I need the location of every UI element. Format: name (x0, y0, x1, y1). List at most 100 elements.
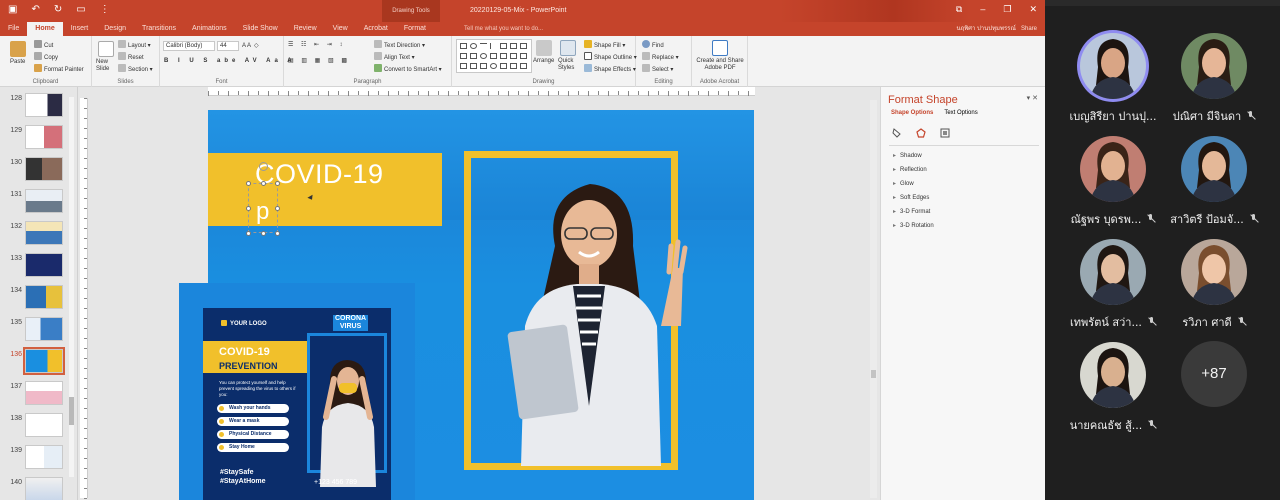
tab-insert[interactable]: Insert (63, 22, 97, 36)
align-text-button[interactable]: Align Text ▾ (374, 52, 415, 61)
text-selection-box[interactable] (248, 183, 278, 233)
resize-handle[interactable] (261, 181, 266, 186)
tab-slide-show[interactable]: Slide Show (235, 22, 286, 36)
save-icon[interactable]: ▣ (8, 4, 17, 15)
thumbnail-129[interactable]: 129 (8, 125, 72, 155)
prop-glow[interactable]: Glow (893, 180, 914, 187)
resize-handle[interactable] (275, 231, 280, 236)
text-direction-button[interactable]: Text Direction ▾ (374, 40, 425, 49)
tab-home[interactable]: Home (27, 22, 63, 36)
participant-tile[interactable]: ปณิศา มีจินดา (1159, 33, 1269, 125)
effects-pentagon-icon[interactable] (916, 125, 926, 138)
tab-animations[interactable]: Animations (184, 22, 235, 36)
thumbnail-138[interactable]: 138 (8, 413, 72, 443)
pdf-icon[interactable] (712, 40, 728, 56)
resize-handle[interactable] (246, 231, 251, 236)
restore-icon[interactable]: ❐ (1003, 4, 1011, 15)
reset-button[interactable]: Reset (118, 52, 144, 61)
start-slideshow-icon[interactable]: ▭ (76, 4, 85, 15)
shapes-gallery[interactable] (456, 39, 532, 73)
thumbnail-130[interactable]: 130 (8, 157, 72, 187)
resize-handle[interactable] (275, 181, 280, 186)
thumbnail-140[interactable]: 140 (8, 477, 72, 500)
replace-button[interactable]: Replace ▾ (642, 52, 679, 61)
canvas-scrollbar[interactable] (870, 100, 877, 498)
participant-tile[interactable]: สาวิตรี ป้อมจั... (1159, 136, 1269, 228)
paste-icon[interactable] (10, 41, 26, 57)
ribbon-display-icon[interactable]: ⧉ (956, 4, 962, 15)
select-button[interactable]: Select ▾ (642, 64, 673, 73)
convert-smartart-button[interactable]: Convert to SmartArt ▾ (374, 64, 442, 73)
signed-in-user[interactable]: นฤพิศา ปานปทุมพรรณ์ Share (956, 22, 1045, 36)
prop-3d-format[interactable]: 3-D Format (893, 208, 930, 215)
thumbnail-136[interactable]: 136 (8, 347, 72, 379)
rotation-handle[interactable] (259, 162, 268, 171)
participant-tile[interactable]: เบญสิรียา ปานปุ... (1058, 33, 1168, 125)
shape-outline-button[interactable]: Shape Outline ▾ (584, 52, 637, 61)
participant-tile[interactable]: รวิภา ศาดี (1159, 239, 1269, 331)
layout-button[interactable]: Layout ▾ (118, 40, 151, 49)
thumbnail-128[interactable]: 128 (8, 93, 72, 123)
participant-tile[interactable]: เทพรัตน์ สว่า... (1058, 239, 1168, 331)
shape-effects-button[interactable]: Shape Effects ▾ (584, 64, 636, 73)
tab-format[interactable]: Format (396, 22, 434, 36)
paste-button[interactable]: Paste (10, 59, 25, 65)
font-size-select[interactable]: 44 (217, 41, 239, 51)
prop-3d-rotation[interactable]: 3-D Rotation (893, 222, 934, 229)
thumbnail-132[interactable]: 132 (8, 221, 72, 251)
create-share-pdf-button[interactable]: Create and Share Adobe PDF (694, 58, 746, 72)
tab-acrobat[interactable]: Acrobat (356, 22, 396, 36)
resize-handle[interactable] (275, 206, 280, 211)
prop-shadow[interactable]: Shadow (893, 152, 922, 159)
vertical-ruler[interactable] (80, 98, 88, 499)
resize-handle[interactable] (246, 181, 251, 186)
customize-qat-icon[interactable]: ⋮ (100, 4, 110, 15)
format-painter-button[interactable]: Format Painter (34, 64, 84, 73)
participant-tile[interactable]: ณัฐพร บุดรพ... (1058, 136, 1168, 228)
pane-controls[interactable]: ▾ ✕ (1027, 94, 1038, 102)
copy-button[interactable]: Copy (34, 52, 58, 61)
close-icon[interactable]: ✕ (1029, 4, 1037, 15)
thumbnail-131[interactable]: 131 (8, 189, 72, 219)
woman-photo[interactable] (485, 176, 695, 466)
tab-text-options[interactable]: Text Options (944, 110, 977, 116)
new-slide-icon[interactable] (98, 41, 114, 57)
thumbnail-137[interactable]: 137 (8, 381, 72, 411)
find-button[interactable]: Find (642, 40, 664, 49)
more-participants-button[interactable]: +87 (1181, 341, 1247, 407)
new-slide-button[interactable]: New Slide (96, 59, 118, 73)
thumbnail-139[interactable]: 139 (8, 445, 72, 475)
minimize-icon[interactable]: – (980, 4, 985, 15)
arrange-icon[interactable] (536, 40, 552, 56)
tab-shape-options[interactable]: Shape Options (891, 110, 933, 116)
font-family-select[interactable]: Calibri (Body) (163, 41, 215, 51)
cut-button[interactable]: Cut (34, 40, 53, 49)
thumbnail-134[interactable]: 134 (8, 285, 72, 315)
covid-poster-image[interactable]: YOUR LOGO CORONA VIRUS COVID-19 PREVENTIO… (179, 283, 415, 500)
tell-me-box[interactable]: Tell me what you want to do... (464, 22, 543, 36)
tab-transitions[interactable]: Transitions (134, 22, 184, 36)
redo-icon[interactable]: ↻ (54, 4, 62, 15)
section-button[interactable]: Section ▾ (118, 64, 153, 73)
tab-view[interactable]: View (325, 22, 356, 36)
undo-icon[interactable]: ↶ (31, 4, 39, 15)
list-buttons[interactable]: ☰ ☷ ⇤ ⇥ ↕ (288, 41, 345, 48)
size-properties-icon[interactable] (940, 125, 950, 138)
thumbnail-133[interactable]: 133 (8, 253, 72, 283)
font-size-buttons[interactable]: A A ◇ (242, 42, 259, 49)
participant-tile[interactable]: นายคณธัช สู้... (1058, 342, 1168, 434)
fill-line-icon[interactable] (892, 125, 902, 138)
tab-review[interactable]: Review (286, 22, 325, 36)
shape-fill-button[interactable]: Shape Fill ▾ (584, 40, 625, 49)
align-buttons[interactable]: ▤ ▥ ▦ ▧ ▩ (288, 57, 350, 64)
font-format-buttons[interactable]: B I U S abe AV Aa A (164, 58, 296, 64)
thumbnail-135[interactable]: 135 (8, 317, 72, 347)
share-button[interactable]: Share (1021, 26, 1037, 32)
tab-design[interactable]: Design (96, 22, 134, 36)
thumbnails-scrollbar[interactable] (69, 97, 74, 477)
resize-handle[interactable] (261, 231, 266, 236)
horizontal-ruler[interactable] (208, 87, 755, 96)
quick-styles-button[interactable]: Quick Styles (558, 58, 582, 72)
arrange-button[interactable]: Arrange (533, 58, 554, 64)
prop-reflection[interactable]: Reflection (893, 166, 927, 173)
